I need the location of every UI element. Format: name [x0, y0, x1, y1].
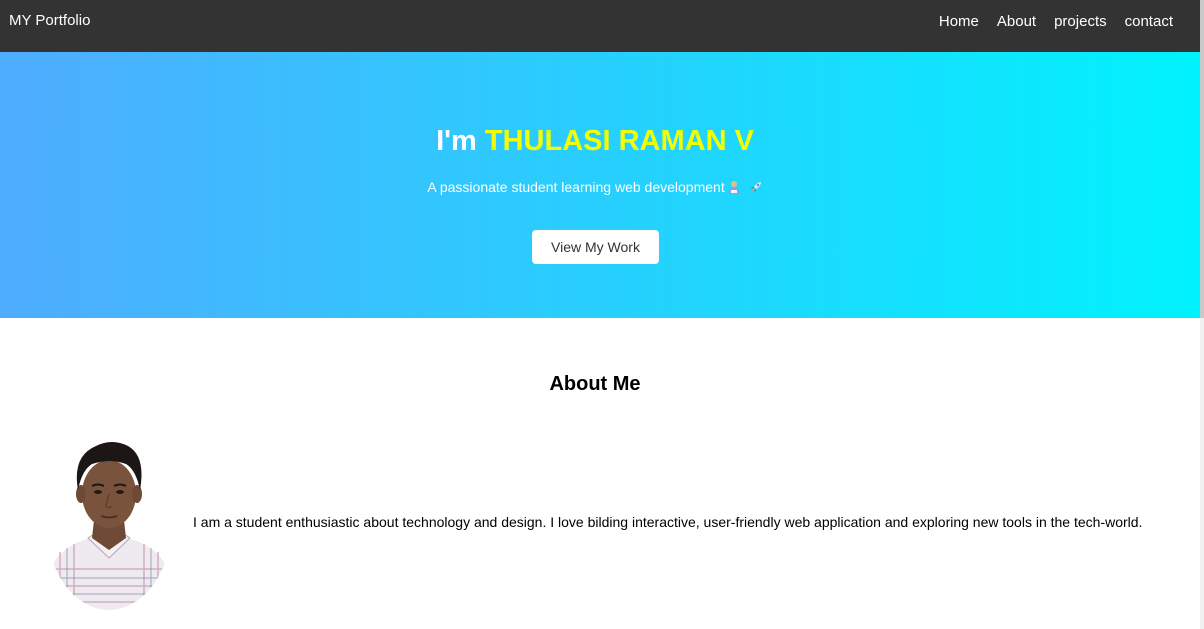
student-emoji-icon — [728, 181, 739, 194]
hero-subtitle: A passionate student learning web develo… — [0, 179, 1190, 196]
brand-logo[interactable]: MY Portfolio — [9, 12, 90, 29]
navbar: MY Portfolio Home About projects contact — [0, 0, 1200, 52]
hero-greeting: I'm — [436, 125, 477, 157]
about-description: I am a student enthusiastic about techno… — [193, 514, 1143, 530]
nav-link-about[interactable]: About — [997, 13, 1036, 30]
hero-title: I'm THULASI RAMAN V — [0, 124, 1190, 158]
hero-subtitle-text: A passionate student learning web develo… — [427, 179, 725, 195]
scrollbar-thumb[interactable] — [1200, 0, 1204, 318]
rocket-emoji-icon — [750, 182, 761, 192]
nav-link-home[interactable]: Home — [939, 13, 979, 30]
view-my-work-button[interactable]: View My Work — [532, 230, 659, 264]
nav-links: Home About projects contact — [939, 13, 1173, 30]
profile-photo — [46, 434, 172, 610]
profile-photo-illustration — [46, 434, 172, 610]
portfolio-page: MY Portfolio Home About projects contact… — [0, 0, 1204, 629]
about-title: About Me — [549, 373, 641, 395]
nav-link-contact[interactable]: contact — [1125, 13, 1173, 30]
hero-section: I'm THULASI RAMAN V A passionate student… — [0, 52, 1200, 318]
nav-link-projects[interactable]: projects — [1054, 13, 1107, 30]
hero-name: THULASI RAMAN V — [484, 125, 754, 157]
